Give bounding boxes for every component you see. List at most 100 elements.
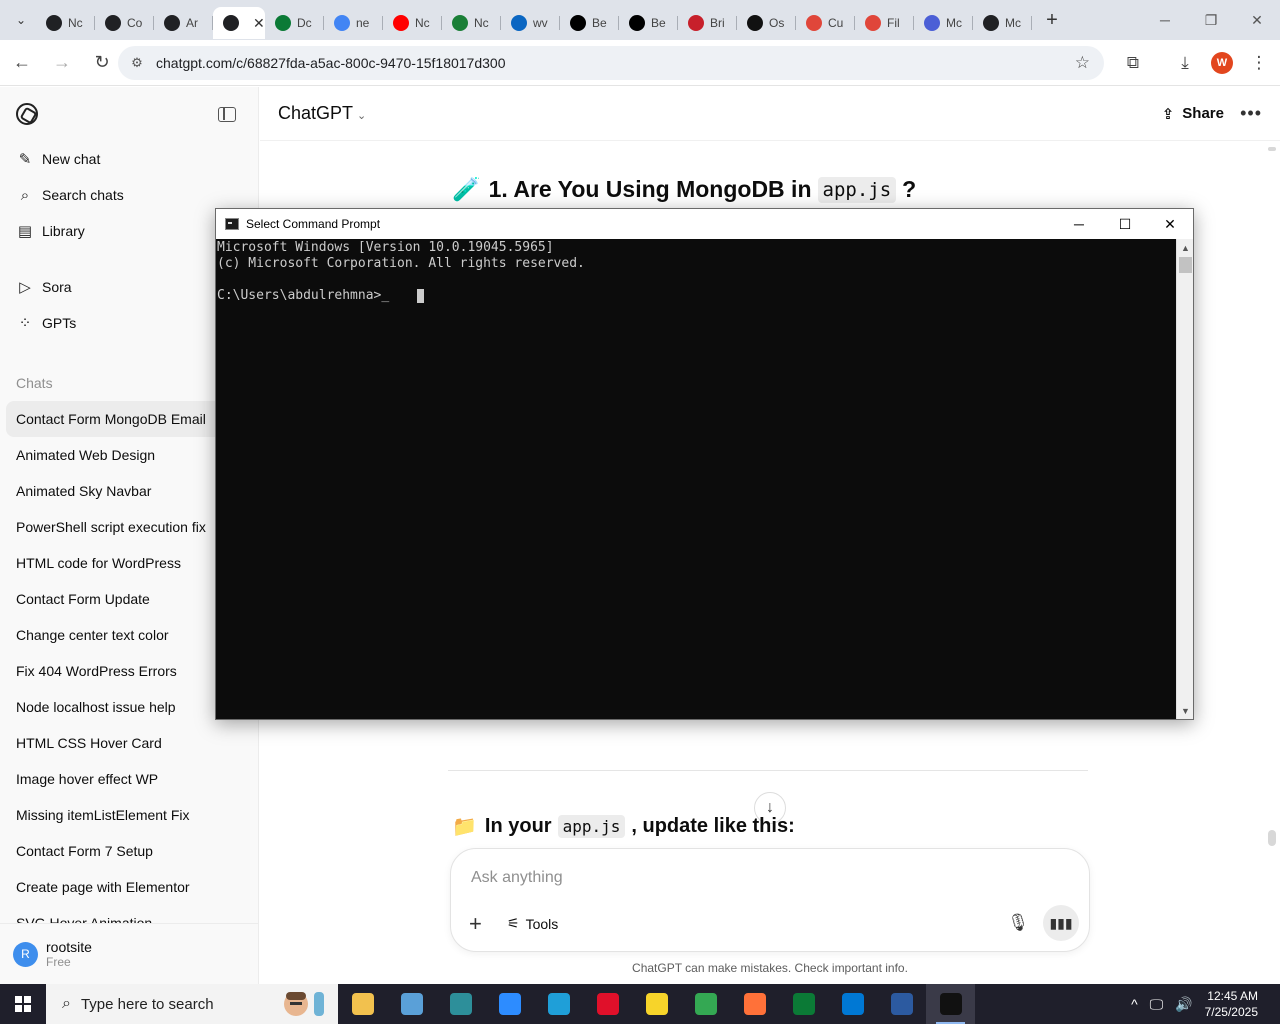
taskbar-app-vscode[interactable] — [828, 984, 877, 1024]
puzzle-icon: ⧉ — [1126, 53, 1140, 72]
taskbar-app-file-explorer[interactable] — [338, 984, 387, 1024]
browser-tab[interactable]: Nc — [36, 7, 95, 39]
cmd-maximize-button[interactable]: ☐ — [1102, 209, 1148, 239]
taskbar-app-edge[interactable] — [534, 984, 583, 1024]
tab-label: wv — [533, 16, 548, 30]
taskbar-app-powershell[interactable] — [877, 984, 926, 1024]
command-prompt-window[interactable]: Select Command Prompt ─ ☐ ✕ Microsoft Wi… — [215, 208, 1194, 720]
share-button[interactable]: ⇪ Share — [1162, 105, 1224, 123]
firefox-icon — [743, 993, 766, 1015]
volume-icon[interactable]: 🔊 — [1175, 996, 1192, 1013]
cmd-close-button[interactable]: ✕ — [1147, 209, 1193, 239]
browser-tab[interactable]: Mc — [914, 7, 973, 39]
cmd-minimize-button[interactable]: ─ — [1056, 209, 1102, 239]
browser-tab[interactable]: Ar — [154, 7, 213, 39]
attach-button[interactable]: + — [469, 911, 482, 937]
sticky-notes-icon — [645, 993, 668, 1015]
browser-close-button[interactable]: ✕ — [1234, 0, 1280, 40]
extensions-button[interactable]: ⧉ — [1116, 46, 1150, 80]
taskbar-app-command-prompt[interactable] — [926, 984, 975, 1024]
back-button[interactable]: ← — [4, 45, 40, 81]
model-selector[interactable]: ChatGPT ⌄ — [278, 103, 366, 124]
taskbar-app-opera[interactable] — [583, 984, 632, 1024]
cmd-scrollbar[interactable]: ▲ ▼ — [1176, 239, 1193, 719]
browser-tab[interactable]: Be — [619, 7, 678, 39]
search-icon: ⌕ — [62, 995, 71, 1012]
taskbar-app-firefox[interactable] — [730, 984, 779, 1024]
taskbar-app-chrome[interactable] — [681, 984, 730, 1024]
taskbar-search[interactable]: ⌕ Type here to search — [46, 984, 338, 1024]
profile-button[interactable]: W — [1205, 46, 1239, 80]
tab-close-icon[interactable]: ✕ — [253, 15, 265, 32]
composer-placeholder[interactable]: Ask anything — [471, 869, 563, 887]
more-options-button[interactable]: ••• — [1240, 103, 1262, 124]
browser-tab[interactable]: Nc — [442, 7, 501, 39]
cmd-title-bar[interactable]: Select Command Prompt ─ ☐ ✕ — [216, 209, 1193, 239]
sidebar-item-new-chat[interactable]: ✎ New chat — [0, 141, 258, 177]
mongodb-compass-icon — [792, 993, 815, 1015]
tab-search-button[interactable]: ⌄ — [6, 6, 36, 34]
site-settings-icon[interactable]: ⚙ — [122, 55, 152, 71]
message-composer[interactable]: Ask anything + ⚟ Tools 🎙 ▮▮▮ — [450, 848, 1090, 952]
cmd-console[interactable]: Microsoft Windows [Version 10.0.19045.59… — [216, 239, 1176, 719]
browser-tab[interactable]: wv — [501, 7, 560, 39]
chat-history-item[interactable]: Image hover effect WP — [6, 761, 252, 797]
browser-tab[interactable]: Co — [95, 7, 154, 39]
taskbar-app-sticky-notes[interactable] — [632, 984, 681, 1024]
network-icon[interactable]: 🖵 — [1150, 996, 1164, 1013]
chatgpt-icon — [105, 15, 121, 31]
sidebar-toggle-icon[interactable] — [218, 106, 236, 122]
start-button[interactable] — [0, 984, 46, 1024]
taskbar-app-paint-app[interactable] — [387, 984, 436, 1024]
voice-mode-button[interactable]: ▮▮▮ — [1043, 905, 1079, 941]
browser-restore-button[interactable]: ❐ — [1188, 0, 1234, 40]
page-scrollbar-top[interactable] — [1268, 147, 1276, 151]
browser-tab[interactable]: ✕ — [213, 7, 265, 39]
dictate-button[interactable]: 🎙 — [1007, 913, 1029, 933]
browser-tab[interactable]: Dc — [265, 7, 324, 39]
download-icon: ⤓ — [1181, 53, 1189, 72]
page-scrollbar-thumb[interactable] — [1268, 830, 1276, 846]
mongodb-leaf-icon — [46, 15, 62, 31]
divider — [448, 770, 1088, 771]
scroll-up-arrow-icon[interactable]: ▲ — [1177, 239, 1194, 256]
x-icon — [570, 15, 586, 31]
chat-history-item[interactable]: Create page with Elementor — [6, 869, 252, 905]
forward-button[interactable]: → — [44, 45, 80, 81]
browser-minimize-button[interactable]: ─ — [1142, 0, 1188, 40]
browser-tab[interactable]: Nc — [383, 7, 442, 39]
reload-button[interactable]: ↻ — [84, 45, 120, 81]
text-cursor — [417, 288, 425, 303]
browser-tab[interactable]: Bri — [678, 7, 737, 39]
system-clock[interactable]: 12:45 AM 7/25/2025 — [1205, 988, 1258, 1020]
sparkle-icon — [747, 15, 763, 31]
downloads-button[interactable]: ⤓ — [1168, 46, 1202, 80]
taskbar-app-zoom[interactable] — [485, 984, 534, 1024]
chat-history-item[interactable]: HTML CSS Hover Card — [6, 725, 252, 761]
tab-label: Nc — [68, 16, 83, 30]
chat-history-item[interactable]: Missing itemListElement Fix — [6, 797, 252, 833]
chat-history-item[interactable]: Contact Form 7 Setup — [6, 833, 252, 869]
scroll-down-arrow-icon[interactable]: ▼ — [1177, 702, 1194, 719]
bookmark-star-icon[interactable]: ☆ — [1075, 53, 1090, 73]
chatgpt-logo-icon[interactable] — [16, 103, 38, 125]
new-tab-button[interactable]: + — [1038, 6, 1066, 34]
taskbar-app-mongodb-compass[interactable] — [779, 984, 828, 1024]
scroll-thumb[interactable] — [1179, 257, 1192, 273]
response-heading-2: 📁 In your app.js , update like this: — [452, 814, 795, 839]
browser-tab[interactable]: Os — [737, 7, 796, 39]
windows-taskbar: ⌕ Type here to search ^ 🖵 🔊 12:45 AM 7/2… — [0, 984, 1280, 1024]
tools-button[interactable]: ⚟ Tools — [507, 915, 558, 932]
browser-menu-button[interactable]: ⋮ — [1242, 46, 1276, 80]
browser-tab[interactable]: ne — [324, 7, 383, 39]
address-bar[interactable]: ⚙ chatgpt.com/c/68827fda-a5ac-800c-9470-… — [118, 46, 1104, 80]
browser-tab[interactable]: Mc — [973, 7, 1032, 39]
taskbar-app-app-diamond[interactable] — [436, 984, 485, 1024]
show-hidden-icons-icon[interactable]: ^ — [1131, 996, 1138, 1012]
browser-tab[interactable]: Cu — [796, 7, 855, 39]
user-menu[interactable]: R rootsite Free — [0, 923, 258, 984]
browser-tab[interactable]: Be — [560, 7, 619, 39]
browser-tab[interactable]: Fil — [855, 7, 914, 39]
close-icon: ✕ — [1164, 215, 1176, 232]
